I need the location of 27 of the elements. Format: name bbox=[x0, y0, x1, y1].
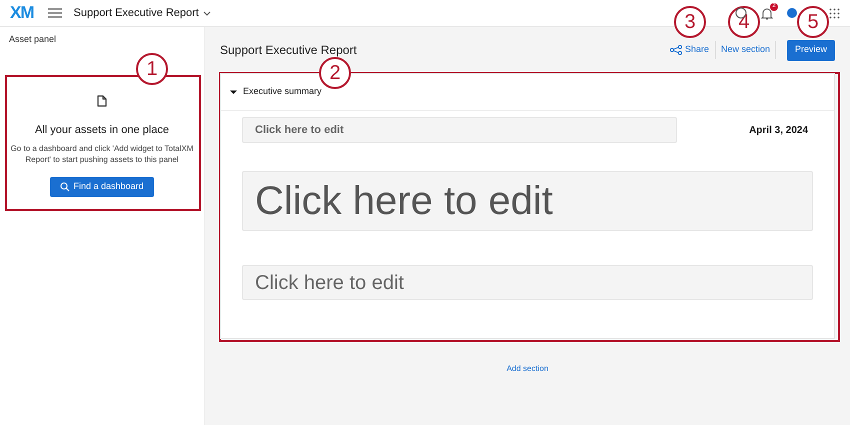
report-title: Support Executive Report bbox=[220, 42, 357, 59]
report-date: April 3, 2024 bbox=[749, 124, 808, 138]
callout-number: 2 bbox=[319, 57, 351, 89]
apps-grid-icon[interactable] bbox=[829, 8, 840, 18]
document-icon bbox=[97, 95, 107, 107]
body-field[interactable]: Click here to edit bbox=[242, 265, 813, 300]
add-section-link[interactable]: Add section bbox=[506, 363, 548, 375]
panel-title: Asset panel bbox=[9, 33, 58, 45]
empty-title: All your assets in one place bbox=[35, 123, 169, 138]
find-dashboard-button[interactable]: Find a dashboard bbox=[50, 176, 154, 196]
avatar[interactable] bbox=[787, 8, 797, 18]
chevron-down-icon bbox=[202, 10, 211, 16]
new-section-button[interactable]: New section bbox=[716, 41, 776, 59]
menu-icon[interactable] bbox=[48, 8, 62, 18]
subtitle-field[interactable]: Click here to edit bbox=[242, 117, 677, 143]
callout-number: 3 bbox=[674, 6, 706, 38]
callout-number: 5 bbox=[797, 6, 829, 38]
logo[interactable]: XM bbox=[10, 0, 34, 26]
bell-icon[interactable] bbox=[761, 6, 773, 20]
caret-icon bbox=[230, 88, 237, 96]
share-icon bbox=[670, 45, 682, 55]
preview-button[interactable]: Preview bbox=[787, 40, 835, 60]
heading-field[interactable]: Click here to edit bbox=[242, 171, 813, 231]
empty-description: Go to a dashboard and click 'Add widget to TotalXM Report' to start pushing assets to this panel bbox=[10, 142, 194, 164]
search-icon bbox=[60, 182, 70, 192]
report-menu[interactable]: Support Executive Report bbox=[74, 4, 211, 22]
share-button[interactable]: Share bbox=[670, 41, 716, 59]
